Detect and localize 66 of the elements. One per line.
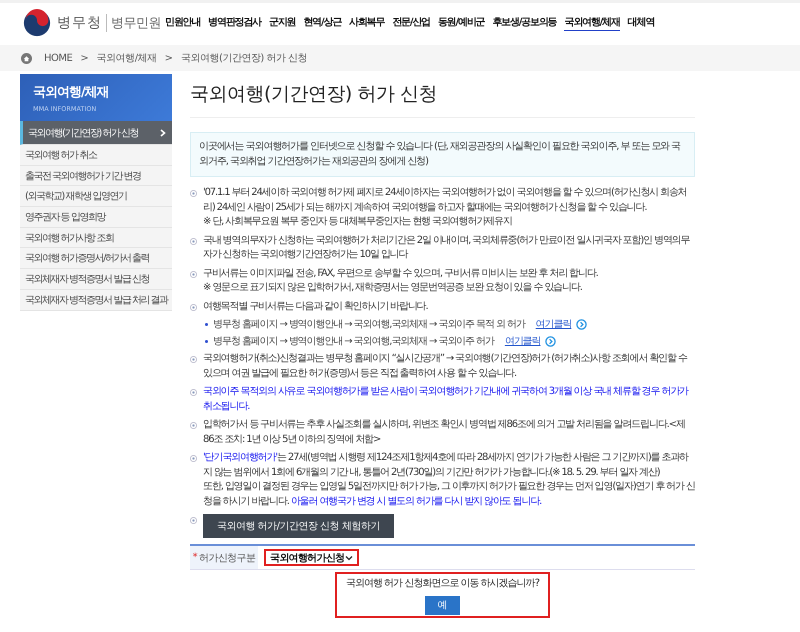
bullet-icon [190,190,197,197]
caret-icon [345,554,353,560]
breadcrumb-link[interactable]: 국외여행/체재 [96,51,157,65]
yes-button[interactable]: 예 [425,596,460,614]
bullet-text: 구비서류는 이미지파일 전송, FAX, 우편으로 송부할 수 있으며, 구비서류 미비시는 보완 후 처리 합니다. [203,266,599,280]
sidebar-item[interactable]: 영주권자 등 입영희망 [20,207,172,228]
trial-button[interactable]: 국외여행 허가/기간연장 신청 체험하기 [203,514,394,538]
page-title: 국외여행(기간연장) 허가 신청 [190,81,695,118]
breadcrumb-separator: > [164,52,173,64]
bullet-icon [190,304,197,310]
bullet-text: '단기국외여행허가'는 27세(병역법 시행령 제124조제1항제4호에 따라 28세까지 연기가 가능한 사람은 그 기간까지)를 초과하지 않는 범위에서 1회에 6개월의 기간 내, 통틀어 2년(730일)의 기간만 허가가 가능합니다.(※ 18. 5. 29. 부터 일자 계산) [203,451,690,480]
bullet-text: ※ 단, 사회복무요원 복무 중인자 등 대체복무중인자는 현행 국외여행허가제유지 [203,215,513,229]
nav-link[interactable]: 대체역 [628,14,654,30]
nav-link[interactable]: 사회복무 [349,14,384,30]
sidebar-item[interactable]: 출국전 국외여행허가 기간 변경 [20,166,172,186]
form-label: * 허가신청구분 [190,546,258,569]
logo-text[interactable]: 병무청 [57,14,107,32]
bullet-icon [190,422,197,429]
bullet-text: 입학허가서 등 구비서류는 추후 사실조회를 실시하며, 위변조 확인시 병역법 제86조에 의거 고발 처리됨을 알려드립니다.<제86조 조치: 1년 이상 5년 이하의 징역에 처함> [203,418,686,446]
chevron-icon [160,128,166,136]
breadcrumb-link[interactable]: HOME [44,52,72,64]
nav-link[interactable]: 병역판정검사 [208,14,262,30]
type-select[interactable]: 국외여행허가신청 [264,549,359,566]
bullet-icon [190,455,197,462]
bullet-text: 국외여행허가(취소)신청결과는 병무청 홈페이지 “실시간공개” → 국외여행(기간연장)허가 (허가취소)사항 조회에서 확인할 수 있으며 여권 발급에 필요한 허가(증명)서 등은 직접 출력하여 사용 할 수 있습니다. [203,352,688,380]
bullet-text: 여행목적별 구비서류는 다음과 같이 확인하시기 바랍니다. [203,300,429,314]
nav-link[interactable]: 민원안내 [165,14,200,30]
nav-link[interactable]: 전문/산업 [392,14,430,30]
bullet-text: ※ 영문으로 표기되지 않은 입학허가서, 재학증명서는 영문번역공증 보완 요청이 있을 수 있습니다. [203,281,583,295]
sidebar-item[interactable]: 국외여행(기간연장) 허가 신청 [20,121,172,145]
nav-link[interactable]: 동원/예비군 [438,14,484,30]
bullet-icon [190,517,197,524]
nav-link[interactable]: 후보생/공보의등 [492,14,556,30]
nav-link[interactable]: 현역/상근 [303,14,342,30]
arrow-circle-icon[interactable] [545,336,556,346]
breadcrumb-separator: > [80,52,89,64]
sidebar-item[interactable]: 국외여행 허가 취소 [20,145,172,166]
sidebar-item[interactable]: (외국학교) 재학생 입영연기 [20,186,172,208]
dialog-message: 국외여행 허가 신청화면으로 이동 하시겠습니까? [346,576,540,590]
bullet-text: 국외이주 목적외의 사유로 국외여행허가를 받은 사람이 국외여행허가 기간내에 귀국하여 3개월 이상 국내 체류할 경우 허가가 취소됩니다. [203,385,690,414]
bullet-icon [190,389,197,396]
nav-link[interactable]: 국외여행/체재 [564,14,620,30]
bullet-icon [190,238,197,244]
bullet-icon [190,356,197,363]
path-text: 병무청 홈페이지 → 병역이행안내 → 국외여행,국외체재 → 국외이주 허가 [213,335,494,348]
bullet-icon [205,322,208,326]
arrow-circle-icon[interactable] [576,318,588,330]
bullet-icon [205,340,208,342]
bullet-icon [190,270,197,278]
emblem-icon [23,8,51,36]
notice-box: 이곳에서는 국외여행허가를 인터넷으로 신청할 수 있습니다 (단, 재외공관장의 사실확인이 필요한 국외이주, 부 또는 모와 국외거주, 국외취업 기간연장허가는 재외공관의 장에게 신청) [190,132,695,177]
path-text: 병무청 홈페이지 → 병역이행안내 → 국외여행,국외체재 → 국외이주 목적 외 허가 [213,318,525,331]
click-here-link[interactable]: 여기클릭 [536,317,572,331]
sidebar-item[interactable]: 국외체재자 병적증명서 발급 신청 [20,269,172,290]
nav-link[interactable]: 군지원 [269,14,296,30]
sidebar-item[interactable]: 국외체재자 병적증명서 발급 처리 결과 [20,290,172,310]
bullet-text: 또한, 입영일이 결정된 경우는 입영일 5일전까지만 허가 가능, 그 이후까지 허가가 필요한 경우는 먼저 입영(일자)연기 후 허가 신청을 하시기 바랍니다. 아울러 여행국가 변경 시 별도의 허가를 다시 받지 않아도 됩니다. [203,480,695,508]
click-here-link[interactable]: 여기클릭 [504,334,540,348]
sidebar-title: 국외여행/체재 [33,84,110,100]
sidebar-item[interactable]: 국외여행 허가증명서/허가서 출력 [20,248,172,270]
breadcrumb-link[interactable]: 국외여행(기간연장) 허가 신청 [181,51,308,65]
sidebar-item[interactable]: 국외여행 허가사항 조회 [20,228,172,248]
logo-subtitle[interactable]: 병무민원 [107,14,161,32]
home-icon[interactable] [21,52,32,64]
bullet-text: '07.1.1 부터 24세이하 국외여행 허가제 폐지로 24세이하자는 국외여행허가 없이 국외여행을 할 수 있으며(허가신청시 회송처리) 24세인 사람이 25세가 되는 해까지 계속하여 국외여행을 하고자 할때에는 국외여행허가 신청을 할 수 있습니다. [203,186,688,214]
bullet-text: 국내 병역의무자가 신청하는 국외여행허가 처리기간은 2일 이내이며, 국외체류중(허가 만료이전 일시귀국자 포함)인 병역의무자가 신청하는 국외여행기간연장허가는 10일 입니다 [203,234,691,262]
